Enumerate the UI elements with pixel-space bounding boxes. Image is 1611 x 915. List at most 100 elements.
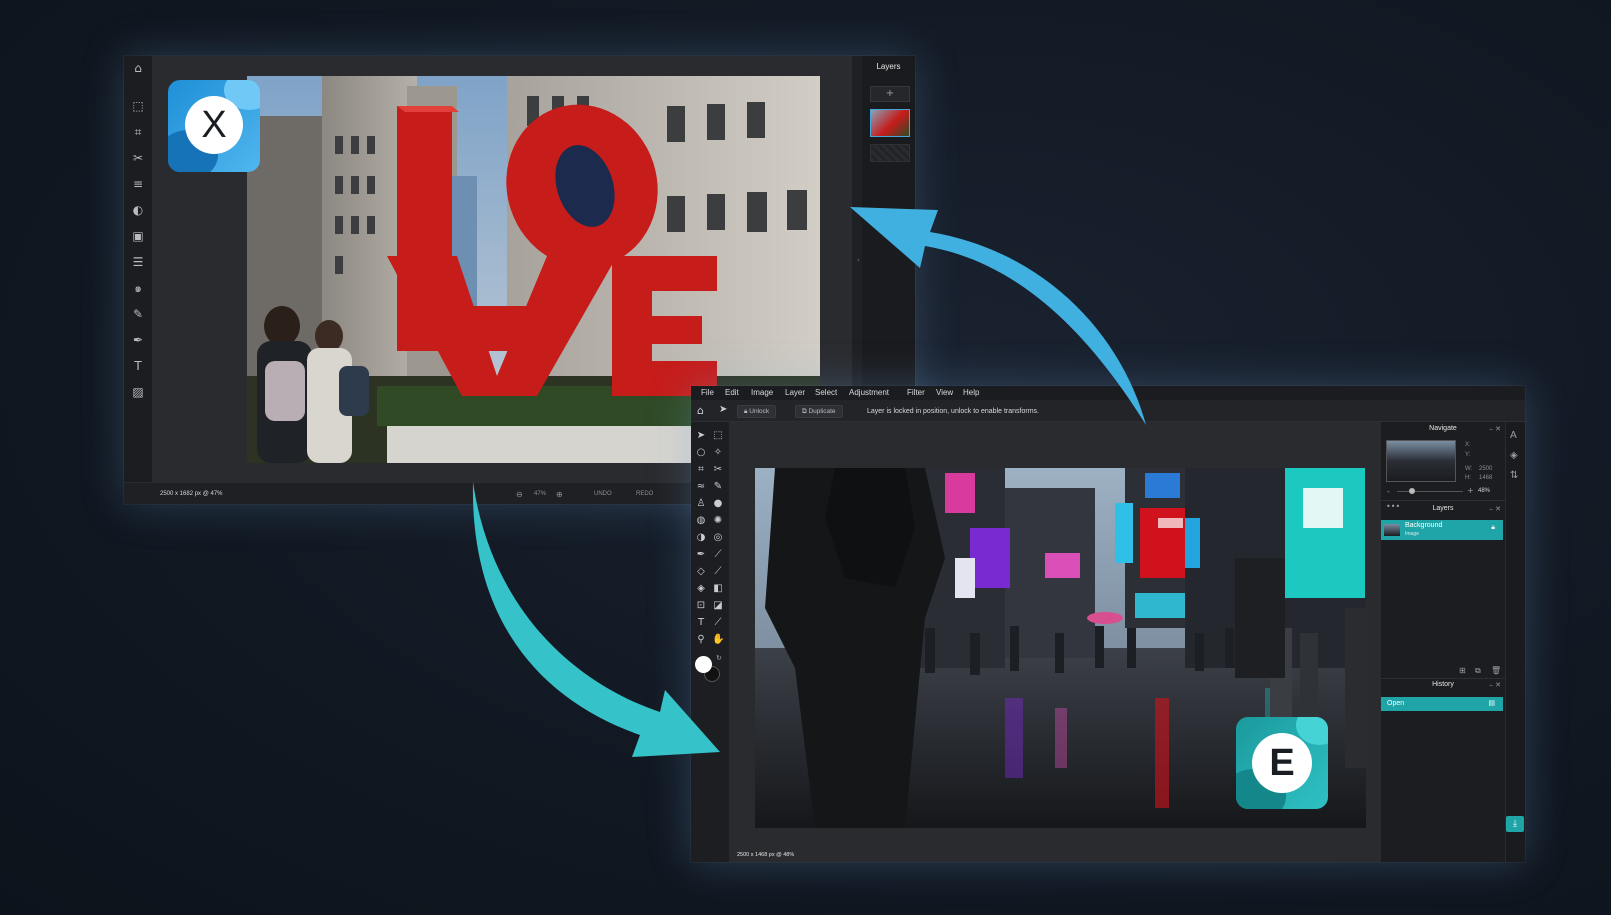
- pattern-icon[interactable]: ▨: [130, 384, 146, 400]
- e-logo-letter: E: [1252, 733, 1312, 793]
- contrast-icon[interactable]: ◐: [130, 202, 146, 218]
- globe-icon[interactable]: ◍: [695, 515, 707, 527]
- foreground-color-swatch[interactable]: [695, 656, 712, 673]
- menu-layer[interactable]: Layer: [785, 388, 805, 397]
- hand-tool-icon[interactable]: ✋: [712, 634, 724, 646]
- zoom-in-icon[interactable]: ⊕: [556, 490, 563, 499]
- text-icon[interactable]: T: [695, 617, 707, 629]
- text-style-icon[interactable]: A: [1510, 430, 1517, 441]
- image-size-status: 2500 x 1468 px @ 48%: [737, 852, 795, 858]
- adjust-sliders-icon[interactable]: ≡: [130, 176, 146, 192]
- wave-icon[interactable]: ≈: [695, 481, 707, 493]
- lasso-icon[interactable]: ○: [695, 447, 707, 459]
- layers-stack-icon[interactable]: ◈: [1510, 450, 1518, 461]
- menu-filter[interactable]: Filter: [907, 388, 925, 397]
- history-panel-controls[interactable]: – ✕: [1489, 681, 1501, 689]
- nav-w-label: W:: [1465, 466, 1473, 472]
- export-button[interactable]: ⤓: [1506, 816, 1524, 832]
- home-icon[interactable]: ⌂: [697, 404, 704, 417]
- adjust-icon[interactable]: ⇅: [1510, 470, 1518, 481]
- layer-row-background[interactable]: Background Image 🔒︎: [1381, 520, 1503, 540]
- pencil-icon[interactable]: ✎: [712, 481, 724, 493]
- gradient-icon[interactable]: ◧: [712, 583, 724, 595]
- eyedropper-icon[interactable]: ⟋: [712, 617, 724, 629]
- fill-bucket-icon[interactable]: ◈: [695, 583, 707, 595]
- menu-image[interactable]: Image: [751, 388, 773, 397]
- arrow-to-right-editor: [472, 482, 720, 757]
- unlock-button[interactable]: 🔒︎ Unlock: [737, 405, 777, 418]
- home-icon[interactable]: ⌂: [130, 60, 146, 76]
- menu-view[interactable]: View: [936, 388, 953, 397]
- scissors-icon[interactable]: ✂: [712, 464, 724, 476]
- panel-collapse-handle[interactable]: ›: [857, 256, 863, 270]
- drop-icon[interactable]: ●: [712, 498, 724, 510]
- layers-panel-controls[interactable]: – ✕: [1489, 505, 1501, 513]
- crop-icon[interactable]: ⌗: [695, 464, 707, 476]
- right-canvas-area: E: [729, 422, 1381, 862]
- zoom-tool-icon[interactable]: ⚲: [695, 634, 707, 646]
- layer-name: Background: [1405, 522, 1443, 529]
- menu-adjustment[interactable]: Adjustment: [849, 388, 889, 397]
- swap-colors-icon[interactable]: ↻: [716, 654, 722, 662]
- heal-icon[interactable]: ⟋: [712, 566, 724, 578]
- pen-icon[interactable]: ✒: [130, 332, 146, 348]
- nav-h-value: 1468: [1479, 475, 1493, 481]
- nav-zoom-out[interactable]: -: [1387, 487, 1390, 496]
- unlock-label: Unlock: [749, 408, 770, 415]
- move-arrow-icon[interactable]: ➤: [695, 430, 707, 442]
- filter-icon[interactable]: ▣: [130, 228, 146, 244]
- navigate-panel-controls[interactable]: – ✕: [1489, 425, 1501, 433]
- history-row-open[interactable]: Open ▤: [1381, 697, 1503, 711]
- duplicate-label: Duplicate: [808, 408, 836, 415]
- layers-tool-icon[interactable]: ☰: [130, 254, 146, 270]
- x-logo-letter: X: [185, 96, 243, 154]
- layer-thumbnail[interactable]: [870, 109, 910, 137]
- pen-tool-icon[interactable]: ✒: [695, 549, 707, 561]
- select-tool-icon[interactable]: ⬚: [130, 98, 146, 114]
- layers-panel-title: Layers: [1432, 505, 1454, 512]
- dodge-icon[interactable]: ◑: [695, 532, 707, 544]
- image-size-status: 2500 x 1682 px @ 47%: [160, 491, 223, 497]
- layer-type: Image: [1405, 531, 1419, 537]
- nav-zoom-slider-handle[interactable]: [1409, 488, 1415, 494]
- lock-message: Layer is locked in position, unlock to e…: [867, 408, 1039, 415]
- menu-edit[interactable]: Edit: [725, 388, 739, 397]
- brush-icon[interactable]: ✎: [130, 306, 146, 322]
- marquee-icon[interactable]: ⬚: [712, 430, 724, 442]
- navigator-thumbnail[interactable]: [1386, 440, 1456, 482]
- target-icon[interactable]: ◎: [712, 532, 724, 544]
- stamp-icon[interactable]: ♙: [695, 498, 707, 510]
- menu-select[interactable]: Select: [815, 388, 837, 397]
- crop-icon[interactable]: ⌗: [130, 124, 146, 140]
- duplicate-button[interactable]: ⧉ Duplicate: [795, 405, 843, 418]
- empty-layer-slot[interactable]: [870, 144, 910, 162]
- layer-lock-icon[interactable]: 🔒︎: [1491, 524, 1495, 532]
- menu-help[interactable]: Help: [963, 388, 979, 397]
- nav-zoom-in[interactable]: +: [1467, 486, 1474, 495]
- new-layer-icon[interactable]: ⊞: [1459, 666, 1466, 675]
- undo-button[interactable]: UNDO: [594, 491, 612, 497]
- delete-layer-icon[interactable]: 🗑︎: [1491, 666, 1501, 675]
- history-snapshot-icon[interactable]: ▤: [1488, 699, 1495, 707]
- transform-icon[interactable]: ⊡: [695, 600, 707, 612]
- move-tool-icon[interactable]: ➤: [719, 404, 727, 415]
- e-app-logo: E: [1236, 717, 1328, 809]
- spiral-icon[interactable]: ๑: [130, 280, 146, 296]
- scissors-icon[interactable]: ✂: [130, 150, 146, 166]
- magic-wand-icon[interactable]: ✧: [712, 447, 724, 459]
- shape-icon[interactable]: ◪: [712, 600, 724, 612]
- layers-panel-title: Layers: [876, 62, 901, 71]
- right-tool-sidebar: ➤ ⬚ ○ ✧ ⌗ ✂ ≈ ✎ ♙ ● ◍ ✺ ◑ ◎ ✒ ⟋ ◇ ⟋ ◈ ◧ …: [691, 422, 729, 862]
- menu-file[interactable]: File: [701, 388, 714, 397]
- duplicate-layer-icon[interactable]: ⧉: [1475, 666, 1481, 676]
- brush-icon[interactable]: ⟋: [712, 549, 724, 561]
- nav-zoom-slider[interactable]: [1397, 491, 1463, 492]
- redo-button[interactable]: REDO: [636, 491, 653, 497]
- zoom-out-icon[interactable]: ⊖: [516, 490, 523, 499]
- add-layer-button[interactable]: +: [870, 86, 910, 102]
- nav-x-label: X:: [1465, 442, 1471, 448]
- text-icon[interactable]: T: [130, 358, 146, 374]
- eraser-icon[interactable]: ◇: [695, 566, 707, 578]
- sparkle-icon[interactable]: ✺: [712, 515, 724, 527]
- history-panel-title: History: [1432, 681, 1454, 688]
